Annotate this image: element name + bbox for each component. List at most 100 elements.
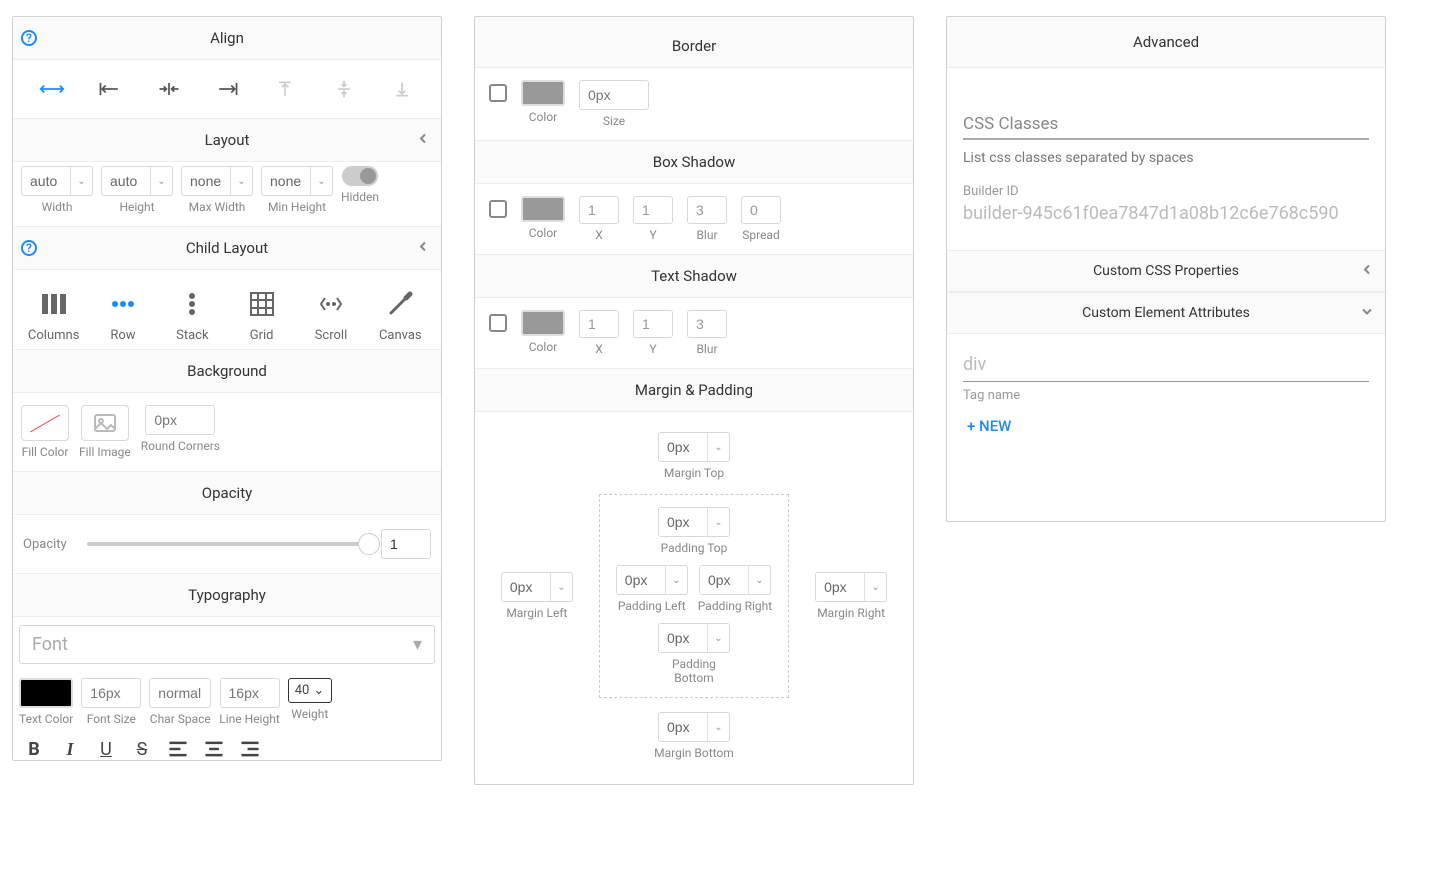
italic-button[interactable]: I <box>59 738 81 760</box>
opacity-input[interactable] <box>381 529 431 559</box>
margin-bottom-input[interactable]: ⌄ <box>658 712 730 742</box>
boxshadow-section-header: Box Shadow <box>475 140 913 184</box>
boxshadow-y-input[interactable] <box>633 196 673 224</box>
boxshadow-row: Color X Y Blur Spread <box>475 184 913 254</box>
border-color-swatch[interactable] <box>521 80 565 106</box>
boxshadow-spread-input[interactable] <box>741 196 781 224</box>
padding-top-input[interactable]: ⌄ <box>658 507 730 537</box>
custom-attr-section[interactable]: Custom Element Attributes <box>947 292 1385 334</box>
align-stretch-horizontal-icon[interactable] <box>32 74 72 104</box>
boxshadow-x-input[interactable] <box>579 196 619 224</box>
dropdown-icon[interactable]: ⌄ <box>310 167 332 195</box>
margin-padding-section-header: Margin & Padding <box>475 368 913 412</box>
width-value[interactable] <box>22 167 70 195</box>
weight-select[interactable]: 40⌄ <box>288 678 332 703</box>
childlayout-row[interactable]: Row <box>93 290 153 343</box>
margin-left-input[interactable]: ⌄ <box>501 572 573 602</box>
textshadow-y-input[interactable] <box>633 310 673 338</box>
align-left-icon[interactable] <box>90 74 130 104</box>
height-value[interactable] <box>102 167 150 195</box>
fillimage-swatch[interactable] <box>81 405 129 441</box>
dropdown-icon[interactable]: ⌄ <box>150 167 172 195</box>
custom-css-section[interactable]: Custom CSS Properties <box>947 250 1385 292</box>
help-icon[interactable]: ? <box>21 240 37 256</box>
height-input[interactable]: ⌄ <box>101 166 173 196</box>
dropdown-icon[interactable]: ⌄ <box>70 167 92 195</box>
charspace-input[interactable] <box>149 678 211 708</box>
font-select[interactable]: Font ▾ <box>19 625 435 664</box>
text-align-center-icon[interactable] <box>203 738 225 760</box>
width-label: Width <box>42 200 73 214</box>
roundcorners-input[interactable] <box>145 405 215 435</box>
lineheight-label: Line Height <box>219 712 279 726</box>
minheight-input[interactable]: ⌄ <box>261 166 333 196</box>
textcolor-swatch[interactable] <box>19 678 73 708</box>
text-align-left-icon[interactable] <box>167 738 189 760</box>
textcolor-label: Text Color <box>19 712 73 726</box>
childlayout-section-header[interactable]: ? Child Layout <box>13 226 441 270</box>
chevron-down-icon <box>1361 306 1373 321</box>
minheight-value[interactable] <box>262 167 310 195</box>
opacity-title: Opacity <box>202 484 252 502</box>
help-icon[interactable]: ? <box>21 30 37 46</box>
align-right-icon[interactable] <box>207 74 247 104</box>
margin-right-input[interactable]: ⌄ <box>815 572 887 602</box>
width-input[interactable]: ⌄ <box>21 166 93 196</box>
format-row: B I U S <box>13 732 441 760</box>
style-panel-1: ? Align Layout ⌄ Width ⌄ Height <box>12 16 442 761</box>
dropdown-icon[interactable]: ⌄ <box>230 167 252 195</box>
fontsize-input[interactable] <box>81 678 141 708</box>
layout-section-header[interactable]: Layout <box>13 118 441 162</box>
lineheight-input[interactable] <box>220 678 280 708</box>
underline-button[interactable]: U <box>95 738 117 760</box>
boxshadow-color-swatch[interactable] <box>521 196 565 222</box>
boxshadow-blur-input[interactable] <box>687 196 727 224</box>
typography-section-header: Typography <box>13 573 441 617</box>
childlayout-scroll[interactable]: Scroll <box>301 290 361 343</box>
padding-right-input[interactable]: ⌄ <box>699 565 771 595</box>
childlayout-canvas[interactable]: Canvas <box>370 290 430 343</box>
builder-id-label: Builder ID <box>963 184 1369 199</box>
chevron-left-icon <box>417 241 429 256</box>
css-classes-label: CSS Classes <box>963 114 1369 134</box>
layout-title: Layout <box>205 131 250 149</box>
strikethrough-button[interactable]: S <box>131 738 153 760</box>
boxshadow-checkbox[interactable] <box>489 200 507 218</box>
maxwidth-value[interactable] <box>182 167 230 195</box>
childlayout-grid[interactable]: Grid <box>232 290 292 343</box>
margin-top-input[interactable]: ⌄ <box>658 432 730 462</box>
textshadow-x-input[interactable] <box>579 310 619 338</box>
hidden-toggle[interactable] <box>342 166 378 186</box>
childlayout-title: Child Layout <box>186 239 268 257</box>
opacity-slider[interactable] <box>87 542 369 546</box>
align-middle-icon[interactable] <box>324 74 364 104</box>
textshadow-checkbox[interactable] <box>489 314 507 332</box>
typography-body: Font ▾ Text Color Font Size Char Space L… <box>13 625 441 760</box>
margin-padding-body: ⌄ Margin Top ⌄ Margin Left ⌄ Padding Top… <box>475 412 913 784</box>
border-checkbox[interactable] <box>489 84 507 102</box>
align-icon-row <box>13 60 441 118</box>
padding-bottom-input[interactable]: ⌄ <box>658 623 730 653</box>
padding-left-input[interactable]: ⌄ <box>616 565 688 595</box>
border-row: Color Size <box>475 68 913 140</box>
new-attribute-button[interactable]: + NEW <box>963 407 1369 445</box>
background-section-header: Background <box>13 349 441 393</box>
text-align-right-icon[interactable] <box>239 738 261 760</box>
align-center-horizontal-icon[interactable] <box>149 74 189 104</box>
textshadow-row: Color X Y Blur <box>475 298 913 368</box>
textshadow-color-swatch[interactable] <box>521 310 565 336</box>
tagname-input[interactable]: div <box>963 350 1369 382</box>
maxwidth-label: Max Width <box>189 200 246 214</box>
align-top-icon[interactable] <box>265 74 305 104</box>
align-section-header: ? Align <box>13 17 441 60</box>
childlayout-columns[interactable]: Columns <box>24 290 84 343</box>
border-size-input[interactable] <box>579 80 649 110</box>
maxwidth-input[interactable]: ⌄ <box>181 166 253 196</box>
padding-box: ⌄ Padding Top ⌄ Padding Left ⌄ Padding R… <box>599 494 789 698</box>
align-bottom-icon[interactable] <box>382 74 422 104</box>
fillcolor-swatch[interactable] <box>21 405 69 441</box>
font-placeholder: Font <box>32 634 68 655</box>
bold-button[interactable]: B <box>23 738 45 760</box>
textshadow-blur-input[interactable] <box>687 310 727 338</box>
childlayout-stack[interactable]: Stack <box>162 290 222 343</box>
